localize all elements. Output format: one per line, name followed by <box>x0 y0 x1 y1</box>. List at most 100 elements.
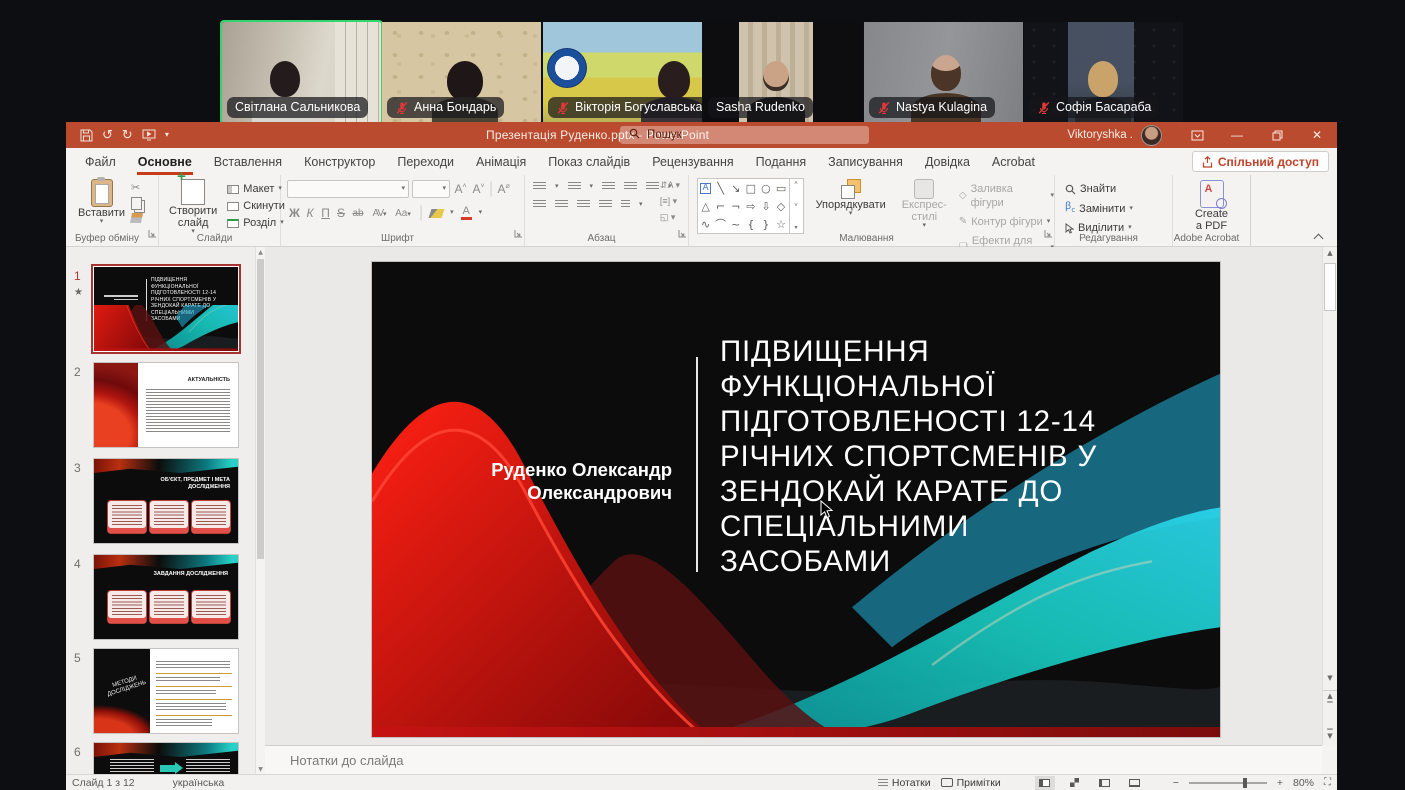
editor-scrollbar[interactable]: ▲ ▼ ▲▔ ▁▼ <box>1322 247 1337 745</box>
tab-transitions[interactable]: Переходи <box>386 148 465 175</box>
slide-title[interactable]: ПІДВИЩЕННЯ ФУНКЦІОНАЛЬНОЇ ПІДГОТОВЛЕНОСТ… <box>720 334 1097 579</box>
font-size-combo[interactable]: ▾ <box>412 180 450 198</box>
quick-styles-button[interactable]: Експрес- стилі▾ <box>898 178 951 230</box>
scrollbar-thumb[interactable] <box>257 259 264 559</box>
align-center-icon[interactable] <box>555 200 568 209</box>
grow-font-icon[interactable]: A˄ <box>453 182 468 196</box>
redo-icon[interactable]: ↻ <box>122 129 133 142</box>
zoom-level[interactable]: 80% <box>1293 777 1314 789</box>
font-dialog-launcher-icon[interactable] <box>514 225 522 243</box>
participant-tile[interactable]: Анна Бондарь <box>382 22 541 123</box>
zoom-slider-knob[interactable] <box>1243 778 1247 788</box>
tab-file[interactable]: Файл <box>74 148 127 175</box>
participant-tile[interactable]: Nastya Kulagina <box>864 22 1023 123</box>
align-left-icon[interactable] <box>533 200 546 209</box>
minimize-button[interactable]: — <box>1217 122 1257 148</box>
strikethrough-button[interactable]: S <box>337 206 345 220</box>
double-strikethrough-icon[interactable]: ab <box>352 208 364 219</box>
format-painter-icon[interactable] <box>130 213 143 223</box>
increase-indent-icon[interactable] <box>624 182 637 191</box>
comments-toggle[interactable]: Примітки <box>941 776 1001 790</box>
ribbon-display-options-icon[interactable] <box>1177 122 1217 148</box>
reset-button[interactable]: Скинути <box>227 199 285 213</box>
replace-button[interactable]: ꞵc Замінити▾ <box>1065 200 1172 217</box>
zoom-out-button[interactable]: − <box>1173 777 1179 789</box>
previous-slide-button[interactable]: ▲▔ <box>1323 690 1337 711</box>
align-text-icon[interactable]: [≡] ▾ <box>660 196 680 207</box>
change-case-icon[interactable]: Aa▾ <box>394 208 412 219</box>
share-button[interactable]: Спільний доступ <box>1192 151 1329 172</box>
text-direction-icon[interactable]: ⇵A ▾ <box>660 180 680 191</box>
copy-icon[interactable] <box>131 197 142 210</box>
participant-tile[interactable]: Вікторія Богуславська <box>543 22 702 123</box>
shape-outline-button[interactable]: ✎Контур фігури▾ <box>959 215 1054 229</box>
shape-fill-button[interactable]: ◇Заливка фігури▾ <box>959 182 1054 210</box>
scroll-up-icon[interactable]: ▲ <box>256 249 265 256</box>
drawing-dialog-launcher-icon[interactable] <box>1044 225 1052 243</box>
smartart-convert-icon[interactable]: ◱ ▾ <box>660 212 680 223</box>
paragraph-dialog-launcher-icon[interactable] <box>678 225 686 243</box>
tab-animations[interactable]: Анімація <box>465 148 537 175</box>
undo-icon[interactable]: ↺ <box>102 129 113 142</box>
tab-help[interactable]: Довідка <box>914 148 981 175</box>
shrink-font-icon[interactable]: A˅ <box>471 182 486 196</box>
collapse-ribbon-icon[interactable] <box>1315 232 1323 240</box>
restore-button[interactable] <box>1257 122 1297 148</box>
find-button[interactable]: Знайти <box>1065 182 1172 196</box>
paste-button[interactable]: Вставити▾ <box>74 178 129 226</box>
thumbnail-slide-3[interactable]: ОБ'ЄКТ, ПРЕДМЕТ І МЕТА ДОСЛІДЖЕННЯ <box>94 459 238 543</box>
scroll-up-icon[interactable]: ▲ <box>1323 248 1337 258</box>
notes-toggle[interactable]: Нотатки <box>878 776 931 790</box>
view-normal-button[interactable] <box>1035 776 1055 790</box>
numbering-icon[interactable] <box>568 182 581 191</box>
underline-button[interactable]: П <box>321 206 330 220</box>
thumbnail-slide-6[interactable] <box>94 743 238 775</box>
tab-review[interactable]: Рецензування <box>641 148 744 175</box>
thumbnail-slide-4[interactable]: ЗАВДАННЯ ДОСЛІДЖЕННЯ <box>94 555 238 639</box>
customize-qat-chevron-icon[interactable]: ▾ <box>165 131 169 139</box>
shapes-gallery[interactable]: A ╲↘ □○ ▭△ ⌐¬ ⇨⇩ ◇∿ ⌒~ {} ☆ ˄˅▾ <box>697 178 804 234</box>
font-color-icon[interactable]: A <box>461 207 472 220</box>
columns-icon[interactable] <box>621 200 630 209</box>
justify-icon[interactable] <box>599 200 612 209</box>
thumbnail-scrollbar[interactable]: ▲ ▼ <box>255 247 265 775</box>
new-slide-button[interactable]: Створити слайд▾ <box>165 178 221 236</box>
participant-tile[interactable]: Світлана Сальникова <box>222 22 381 123</box>
scroll-down-icon[interactable]: ▼ <box>256 766 265 773</box>
layout-button[interactable]: Макет▾ <box>227 182 285 196</box>
language-indicator[interactable]: українська <box>173 777 225 789</box>
next-slide-button[interactable]: ▁▼ <box>1323 721 1337 741</box>
view-slideshow-button[interactable] <box>1125 776 1145 790</box>
current-slide[interactable]: Руденко Олександр Олександрович ПІДВИЩЕН… <box>372 262 1220 737</box>
participant-tile[interactable]: Софія Басараба <box>1024 22 1183 123</box>
character-spacing-icon[interactable]: AV▾ <box>371 208 387 219</box>
slide-editor[interactable]: Руденко Олександр Олександрович ПІДВИЩЕН… <box>265 247 1322 745</box>
create-pdf-button[interactable]: Create a PDF <box>1173 179 1250 233</box>
slide-counter[interactable]: Слайд 1 з 12 <box>72 777 135 789</box>
zoom-in-button[interactable]: + <box>1277 777 1283 789</box>
notes-pane[interactable]: Нотатки до слайда <box>265 745 1322 775</box>
search-box[interactable]: Пошук <box>620 126 869 144</box>
thumbnail-slide-5[interactable]: МЕТОДИ ДОСЛІДЖЕНЬ <box>94 649 238 733</box>
decrease-indent-icon[interactable] <box>602 182 615 191</box>
italic-button[interactable]: К <box>306 206 314 220</box>
tab-recording[interactable]: Записування <box>817 148 914 175</box>
view-slide-sorter-button[interactable] <box>1065 776 1085 790</box>
start-slideshow-icon[interactable] <box>142 129 156 141</box>
tab-design[interactable]: Конструктор <box>293 148 386 175</box>
bold-button[interactable]: Ж <box>289 206 299 220</box>
line-spacing-icon[interactable] <box>646 182 659 191</box>
thumbnail-slide-2[interactable]: АКТУАЛЬНІСТЬ <box>94 363 238 447</box>
tab-view[interactable]: Подання <box>745 148 817 175</box>
clipboard-dialog-launcher-icon[interactable] <box>148 225 156 243</box>
clear-formatting-icon[interactable]: A⌀ <box>496 182 511 196</box>
shape-textbox[interactable]: A <box>700 183 710 194</box>
view-reading-button[interactable] <box>1095 776 1115 790</box>
scrollbar-thumb[interactable] <box>1324 263 1336 311</box>
arrange-button[interactable]: Упорядкувати▾ <box>812 178 890 218</box>
scroll-down-icon[interactable]: ▼ <box>1323 673 1337 683</box>
participant-tile[interactable]: Sasha Rudenko <box>703 22 862 123</box>
save-icon[interactable] <box>80 129 93 142</box>
tab-acrobat[interactable]: Acrobat <box>981 148 1046 175</box>
account-area[interactable]: Viktoryshka . <box>1067 125 1162 146</box>
